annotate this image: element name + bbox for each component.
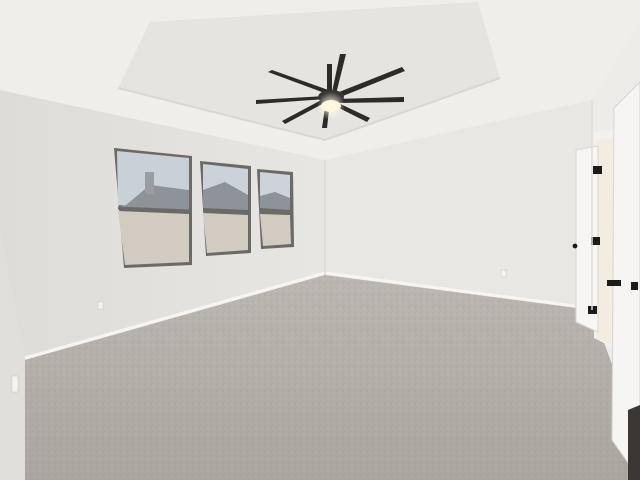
window-3-fence (260, 214, 291, 246)
outlet-back (500, 269, 507, 278)
window-1-fence (118, 211, 189, 265)
window-2-fence (203, 213, 248, 253)
fan-downrod (327, 64, 332, 92)
light-switch (11, 375, 19, 393)
window-1 (114, 148, 192, 268)
outlet-left (97, 301, 104, 310)
hinge-1 (593, 166, 602, 174)
window-2 (200, 161, 251, 256)
entry-door-latch (631, 282, 638, 290)
door-knob-1[interactable] (572, 243, 578, 249)
window-1-chimney (145, 172, 154, 194)
hallway-floor (628, 405, 640, 480)
fan-light (321, 100, 341, 112)
window-3 (257, 169, 294, 249)
entry-door-handle[interactable] (607, 280, 621, 286)
room-scene (0, 0, 640, 480)
